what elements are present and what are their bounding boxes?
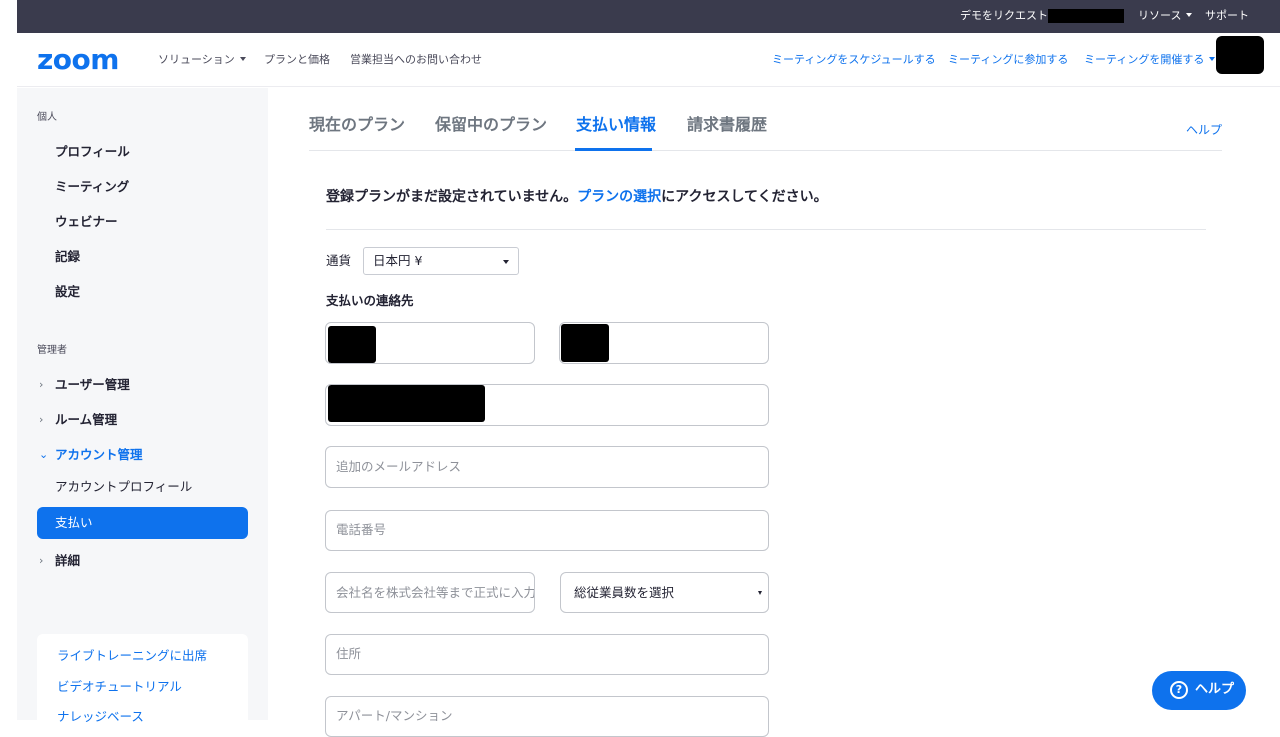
main-header: zoom ソリューション プランと価格 営業担当へのお問い合わせ ミーティングを… [17, 33, 1280, 87]
resources-label: リソース [1138, 9, 1182, 22]
employee-count-select[interactable]: 総従業員数を選択 [560, 572, 769, 613]
join-meeting-link[interactable]: ミーティングに参加する [948, 53, 1068, 67]
left-gutter [0, 0, 17, 720]
chevron-down-icon [239, 57, 246, 61]
tab-invoice-history[interactable]: 請求書履歴 [687, 115, 767, 135]
sidebar: 個人 プロフィール ミーティング ウェビナー 記録 設定 管理者 › ユーザー管… [17, 88, 268, 734]
knowledge-base-link[interactable]: ナレッジベース [57, 709, 144, 725]
resources-menu[interactable]: リソース [1138, 9, 1193, 23]
choose-plan-link[interactable]: プランの選択 [577, 189, 661, 205]
tab-pending-plans[interactable]: 保留中のプラン [435, 115, 547, 135]
sidebar-item-billing[interactable]: 支払い [37, 507, 248, 539]
chevron-right-icon: › [39, 413, 44, 426]
company-name-field[interactable]: 会社名を株式会社等まで正式に入力く [325, 572, 535, 613]
top-utility-bar: デモをリクエスト リソース サポート [17, 0, 1280, 33]
tab-billing-info[interactable]: 支払い情報 [576, 115, 656, 135]
notice-prefix: 登録プランがまだ設定されていません。 [326, 189, 578, 205]
redacted-value [561, 324, 609, 362]
help-floating-button[interactable]: ? ヘルプ [1152, 671, 1246, 710]
placeholder-text: 電話番号 [336, 522, 387, 537]
notice-suffix: にアクセスしてください。 [661, 189, 828, 205]
sidebar-item-label: 支払い [55, 515, 93, 530]
placeholder-text: 会社名を株式会社等まで正式に入力く [336, 585, 535, 600]
phone-field[interactable]: 電話番号 [325, 510, 769, 551]
sidebar-item-settings[interactable]: 設定 [55, 284, 80, 300]
placeholder-text: 住所 [336, 646, 362, 661]
sidebar-item-user-management[interactable]: ユーザー管理 [55, 377, 130, 393]
resource-links-box: ライブトレーニングに出席 ビデオチュートリアル ナレッジベース [37, 634, 248, 734]
help-link[interactable]: ヘルプ [1186, 123, 1222, 137]
chevron-right-icon: › [39, 554, 44, 567]
currency-label: 通貨 [326, 253, 352, 268]
sidebar-item-advanced[interactable]: 詳細 [55, 553, 80, 569]
avatar[interactable] [1216, 36, 1264, 74]
chevron-down-icon [1209, 57, 1216, 61]
tab-current-plans[interactable]: 現在のプラン [309, 115, 405, 135]
sidebar-item-profile[interactable]: プロフィール [55, 144, 130, 160]
employee-count-value: 総従業員数を選択 [574, 585, 675, 600]
host-meeting-menu[interactable]: ミーティングを開催する [1084, 53, 1216, 67]
support-link[interactable]: サポート [1205, 9, 1249, 23]
solutions-label: ソリューション [158, 53, 235, 66]
redacted-value [328, 326, 376, 363]
chevron-right-icon: › [39, 378, 44, 391]
schedule-meeting-link[interactable]: ミーティングをスケジュールする [772, 53, 936, 67]
active-tab-indicator [575, 148, 652, 151]
host-meeting-label: ミーティングを開催する [1084, 53, 1205, 66]
redacted-value [328, 385, 485, 422]
billing-contact-heading: 支払いの連絡先 [326, 293, 414, 308]
chevron-down-icon [503, 260, 509, 264]
chevron-down-icon: ⌄ [39, 448, 49, 461]
placeholder-text: 追加のメールアドレス [336, 459, 462, 474]
additional-email-field[interactable]: 追加のメールアドレス [325, 446, 769, 488]
help-button-label: ヘルプ [1195, 682, 1235, 697]
sidebar-item-webinars[interactable]: ウェビナー [55, 214, 118, 230]
sidebar-item-account-profile[interactable]: アカウントプロフィール [55, 479, 192, 495]
live-training-link[interactable]: ライブトレーニングに出席 [57, 648, 207, 664]
zoom-logo[interactable]: zoom [37, 45, 119, 75]
chevron-down-icon [1186, 13, 1193, 17]
sidebar-item-room-management[interactable]: ルーム管理 [55, 412, 117, 428]
currency-value: 日本円 ¥ [373, 253, 423, 268]
dropdown-arrow-icon [758, 591, 762, 595]
last-name-field[interactable] [559, 322, 769, 364]
address-field[interactable]: 住所 [325, 634, 769, 675]
contact-sales-link[interactable]: 営業担当へのお問い合わせ [350, 53, 482, 67]
question-icon: ? [1170, 681, 1188, 699]
tabs-divider [309, 150, 1222, 151]
admin-heading: 管理者 [37, 345, 67, 356]
redacted-phone [1048, 9, 1124, 23]
placeholder-text: アパート/マンション [336, 708, 453, 723]
currency-select[interactable]: 日本円 ¥ [363, 247, 519, 275]
notice-divider [326, 229, 1206, 230]
first-name-field[interactable] [325, 322, 535, 364]
sidebar-item-recordings[interactable]: 記録 [55, 249, 80, 265]
video-tutorials-link[interactable]: ビデオチュートリアル [57, 679, 182, 695]
email-field[interactable] [325, 384, 769, 426]
no-plan-notice: 登録プランがまだ設定されていません。プランの選択にアクセスしてください。 [326, 188, 828, 206]
sidebar-item-meetings[interactable]: ミーティング [55, 179, 129, 195]
solutions-menu[interactable]: ソリューション [158, 53, 246, 67]
plans-pricing-link[interactable]: プランと価格 [264, 53, 330, 67]
request-demo-link[interactable]: デモをリクエスト [960, 9, 1048, 23]
apartment-field[interactable]: アパート/マンション [325, 696, 769, 737]
sidebar-item-account-management[interactable]: アカウント管理 [55, 447, 143, 463]
personal-heading: 個人 [37, 112, 57, 123]
